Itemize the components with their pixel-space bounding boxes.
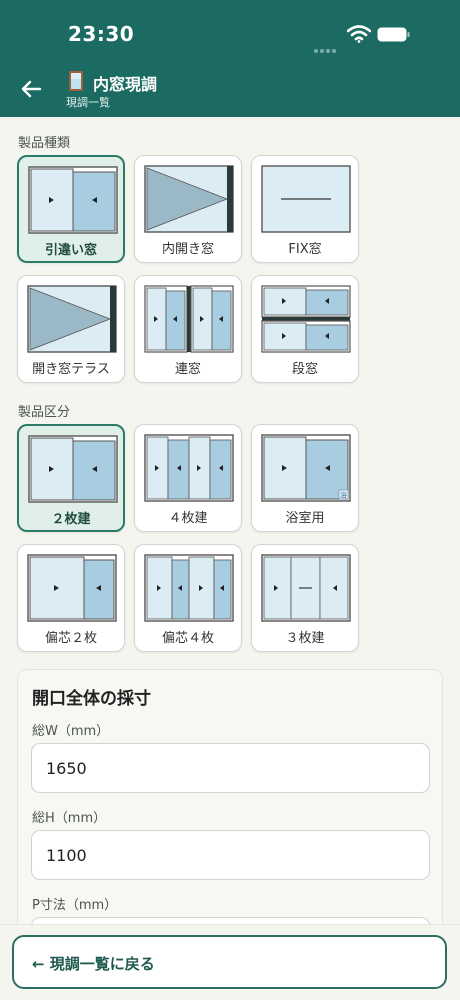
status-time: 23:30 bbox=[68, 22, 135, 46]
fix-window-icon bbox=[261, 165, 351, 233]
card-label: FIX窓 bbox=[288, 242, 322, 257]
back-arrow-icon[interactable] bbox=[20, 78, 42, 100]
product-type-sliding-window[interactable]: 引違い窓 bbox=[17, 155, 125, 263]
back-to-list-label: ← 現調一覧に戻る bbox=[32, 955, 155, 973]
cellular-signal-icon bbox=[314, 38, 340, 53]
card-label: 浴室用 bbox=[285, 511, 325, 526]
offset-two-panel-window-icon bbox=[27, 554, 117, 622]
card-label: ４枚建 bbox=[168, 511, 208, 526]
total-height-label: 総H（mm） bbox=[32, 811, 107, 826]
division-two-panel[interactable]: ２枚建 bbox=[17, 424, 125, 532]
app-header: 23:30 内窓現調 現調一覧 bbox=[0, 0, 460, 117]
door-icon bbox=[69, 71, 83, 91]
card-label: 連窓 bbox=[174, 362, 201, 377]
division-four-panel[interactable]: ４枚建 bbox=[134, 424, 242, 532]
card-label: ２枚建 bbox=[51, 512, 91, 527]
back-to-list-button[interactable]: ← 現調一覧に戻る bbox=[12, 935, 447, 989]
measurement-section: 開口全体の採寸 総W（mm） 1650 総H（mm） 1100 P寸法（mm） bbox=[17, 669, 443, 967]
total-width-label: 総W（mm） bbox=[32, 724, 110, 739]
page-title: 内窓現調 bbox=[93, 75, 158, 94]
card-label: 引違い窓 bbox=[44, 243, 97, 258]
card-label: 偏芯４枚 bbox=[161, 631, 214, 646]
division-three-panel[interactable]: ３枚建 bbox=[251, 544, 359, 652]
offset-four-panel-window-icon bbox=[144, 554, 234, 622]
total-width-input[interactable]: 1650 bbox=[31, 743, 430, 793]
division-offset-two-panel[interactable]: 偏芯２枚 bbox=[17, 544, 125, 652]
product-division-label: 製品区分 bbox=[18, 405, 71, 420]
battery-icon bbox=[377, 27, 410, 42]
three-panel-window-icon bbox=[261, 554, 351, 622]
sliding-window-icon bbox=[28, 166, 118, 234]
card-label: ３枚建 bbox=[285, 631, 325, 646]
product-type-series-window[interactable]: 連窓 bbox=[134, 275, 242, 383]
product-type-terrace-casement[interactable]: 開き窓テラス bbox=[17, 275, 125, 383]
breadcrumb[interactable]: 現調一覧 bbox=[66, 94, 110, 110]
stacked-window-icon bbox=[261, 285, 351, 353]
bottom-bar: ← 現調一覧に戻る bbox=[0, 924, 460, 1000]
measurement-title: 開口全体の採寸 bbox=[32, 689, 151, 709]
p-dimension-label: P寸法（mm） bbox=[32, 898, 118, 913]
wifi-icon bbox=[347, 25, 371, 43]
card-label: 開き窓テラス bbox=[32, 362, 110, 377]
division-offset-four-panel[interactable]: 偏芯４枚 bbox=[134, 544, 242, 652]
card-label: 偏芯２枚 bbox=[44, 631, 97, 646]
division-bathroom[interactable]: 浴 浴室用 bbox=[251, 424, 359, 532]
casement-window-icon bbox=[144, 165, 234, 233]
card-label: 段窓 bbox=[291, 362, 318, 377]
two-panel-window-icon bbox=[28, 435, 118, 503]
series-window-icon bbox=[144, 285, 234, 353]
terrace-window-icon bbox=[27, 285, 117, 353]
product-type-inward-casement[interactable]: 内開き窓 bbox=[134, 155, 242, 263]
product-type-label: 製品種類 bbox=[18, 136, 71, 151]
bathroom-window-icon: 浴 bbox=[261, 434, 351, 502]
bath-mark: 浴 bbox=[340, 491, 347, 500]
product-type-stacked-window[interactable]: 段窓 bbox=[251, 275, 359, 383]
total-height-input[interactable]: 1100 bbox=[31, 830, 430, 880]
card-label: 内開き窓 bbox=[161, 242, 214, 257]
four-panel-window-icon bbox=[144, 434, 234, 502]
product-type-fix-window[interactable]: FIX窓 bbox=[251, 155, 359, 263]
